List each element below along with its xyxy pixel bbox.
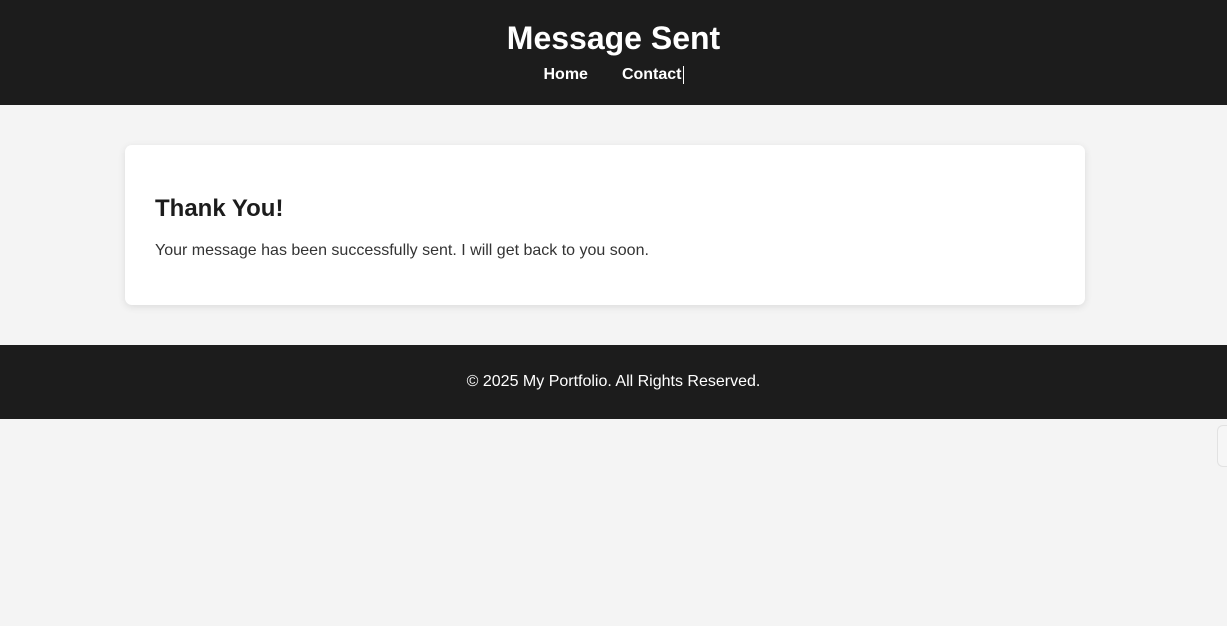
edge-tab-widget[interactable] xyxy=(1217,425,1227,467)
card-title: Thank You! xyxy=(155,195,284,222)
nav-link-home[interactable]: Home xyxy=(543,66,587,84)
confirmation-card: Thank You! Your message has been success… xyxy=(125,145,1085,305)
site-footer: © 2025 My Portfolio. All Rights Reserved… xyxy=(0,345,1227,419)
site-header: Message Sent Home Contact xyxy=(0,0,1227,105)
nav-link-contact[interactable]: Contact xyxy=(622,66,684,84)
copyright-text: © 2025 My Portfolio. All Rights Reserved… xyxy=(466,373,761,390)
confirmation-message: Your message has been successfully sent.… xyxy=(155,242,649,259)
page-title: Message Sent xyxy=(506,20,721,56)
main-nav: Home Contact xyxy=(0,66,1227,84)
main-content: Thank You! Your message has been success… xyxy=(0,105,1227,345)
